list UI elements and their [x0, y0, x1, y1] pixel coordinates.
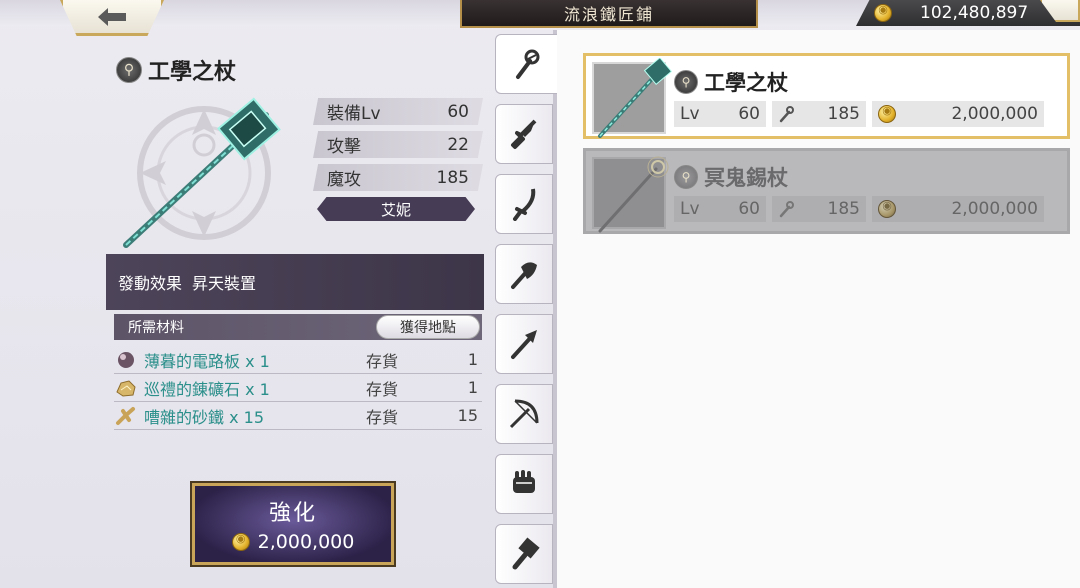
material-name: 嘈雜的砂鐵 x 15 [144, 407, 265, 427]
stats-panel: 裝備Lv 60 攻擊 22 魔攻 185 艾妮 [313, 98, 483, 221]
staff-icon [515, 49, 539, 79]
axe-icon [511, 262, 537, 289]
level-pill: Lv 60 [674, 196, 766, 222]
material-name: 巡禮的錬礦石 x 1 [144, 379, 270, 399]
card-body: ⚲ 冥鬼錫杖 Lv 60 185 2,000,000 [674, 157, 1061, 225]
materials-list: 薄暮的電路板 x 1 存貨 1 巡禮的錬礦石 x 1 存貨 1 嘈雜的砂鐵 x … [114, 346, 482, 430]
gold-coin-icon [878, 104, 896, 123]
price-value: 2,000,000 [951, 104, 1038, 124]
staff-type-icon: ⚲ [674, 70, 698, 94]
bow-icon [509, 399, 539, 429]
stock-label: 存貨 [366, 407, 399, 427]
stat-value: 185 [436, 167, 469, 188]
level-value: 60 [738, 199, 760, 219]
materials-label: 所需材料 [128, 320, 184, 336]
magic-attack-pill: 185 [772, 101, 866, 127]
stock-label: 存貨 [366, 379, 399, 399]
iron-sand-icon [114, 405, 138, 427]
ghost-staff-image [598, 156, 669, 233]
character-tag: 艾妮 [317, 197, 475, 221]
weapon-thumbnail [592, 156, 669, 233]
weapon-name: 冥鬼錫杖 [704, 165, 788, 190]
card-body: ⚲ 工學之杖 Lv 60 185 2,000,000 [674, 62, 1061, 130]
tab-spear[interactable] [495, 314, 553, 374]
tab-hammer[interactable] [495, 524, 553, 584]
magic-attack-pill: 185 [772, 196, 866, 222]
price-value: 2,000,000 [951, 199, 1038, 219]
level-value: 60 [738, 104, 760, 124]
stat-value: 60 [447, 101, 469, 122]
enhance-label: 強化 [268, 501, 317, 526]
back-arrow-icon [98, 7, 126, 26]
gold-coin-icon [231, 532, 250, 551]
fist-icon [513, 470, 535, 493]
magic-attack-value: 185 [827, 104, 860, 124]
material-name: 薄暮的電路板 x 1 [144, 351, 270, 371]
magic-attack-value: 185 [827, 199, 860, 219]
tech-staff-image [598, 58, 673, 138]
stat-row-magic-attack: 魔攻 185 [313, 164, 483, 191]
price-pill: 2,000,000 [872, 101, 1044, 127]
tab-fist[interactable] [495, 454, 553, 514]
weapon-card-selected[interactable]: ⚲ 工學之杖 Lv 60 185 2,000,000 [583, 53, 1070, 139]
spear-icon [511, 330, 537, 359]
enhance-button[interactable]: 強化 2,000,000 [190, 481, 396, 567]
acquire-location-button[interactable]: 獲得地點 [376, 315, 480, 339]
level-pill: Lv 60 [674, 101, 766, 127]
level-label: Lv [680, 104, 700, 124]
gold-coin-icon [874, 3, 892, 22]
materials-header: 所需材料 獲得地點 [114, 314, 482, 340]
card-title: ⚲ 工學之杖 [674, 65, 1061, 99]
ore-icon [114, 377, 138, 399]
stat-row-attack: 攻擊 22 [313, 131, 483, 158]
sword-icon [511, 119, 537, 149]
stock-value: 1 [467, 350, 478, 369]
weapon-category-tabs [495, 34, 557, 588]
enhance-cost: 2,000,000 [231, 531, 355, 553]
tab-katana[interactable] [495, 174, 553, 234]
back-button[interactable] [60, 0, 164, 36]
magic-staff-icon [779, 201, 794, 218]
level-label: Lv [680, 199, 700, 219]
effect-value: 昇天裝置 [192, 274, 257, 293]
card-title: ⚲ 冥鬼錫杖 [674, 160, 1061, 194]
card-stats: Lv 60 185 2,000,000 [674, 196, 1061, 222]
currency-amount: 102,480,897 [920, 3, 1029, 23]
list-item[interactable]: 嘈雜的砂鐵 x 15 存貨 15 [114, 402, 482, 430]
price-pill: 2,000,000 [872, 196, 1044, 222]
weapon-thumbnail [592, 58, 673, 138]
tab-axe[interactable] [495, 244, 553, 304]
item-name: 工學之杖 [148, 59, 237, 85]
stat-label: 攻擊 [327, 137, 361, 157]
weapon-name: 工學之杖 [704, 70, 788, 95]
item-title: ⚲ 工學之杖 [116, 54, 236, 86]
effect-label: 發動效果 [118, 274, 183, 293]
effect-bar: 發動效果 昇天裝置 [106, 254, 484, 310]
stat-label: 裝備Lv [327, 104, 381, 124]
stat-label: 魔攻 [327, 170, 361, 190]
stat-value: 22 [447, 134, 469, 155]
weapon-emblem-image [123, 97, 281, 248]
tab-sword[interactable] [495, 104, 553, 164]
list-item[interactable]: 巡禮的錬礦石 x 1 存貨 1 [114, 374, 482, 402]
weapon-card-locked[interactable]: ⚲ 冥鬼錫杖 Lv 60 185 2,000,000 [583, 148, 1070, 234]
shop-title: 流浪鐵匠鋪 [460, 0, 758, 28]
staff-type-icon: ⚲ [674, 165, 698, 189]
stock-label: 存貨 [366, 351, 399, 371]
staff-type-icon: ⚲ [116, 57, 142, 83]
katana-icon [513, 188, 536, 221]
stock-value: 15 [457, 406, 478, 425]
card-stats: Lv 60 185 2,000,000 [674, 101, 1061, 127]
orb-icon [114, 349, 138, 371]
list-item[interactable]: 薄暮的電路板 x 1 存貨 1 [114, 346, 482, 374]
gold-coin-icon [878, 199, 896, 218]
stock-value: 1 [467, 378, 478, 397]
tab-bow[interactable] [495, 384, 553, 444]
enhance-cost-value: 2,000,000 [257, 531, 355, 553]
magic-staff-icon [779, 106, 794, 123]
stat-row-level: 裝備Lv 60 [313, 98, 483, 125]
tab-staff[interactable] [495, 34, 557, 94]
hammer-icon [512, 537, 540, 570]
